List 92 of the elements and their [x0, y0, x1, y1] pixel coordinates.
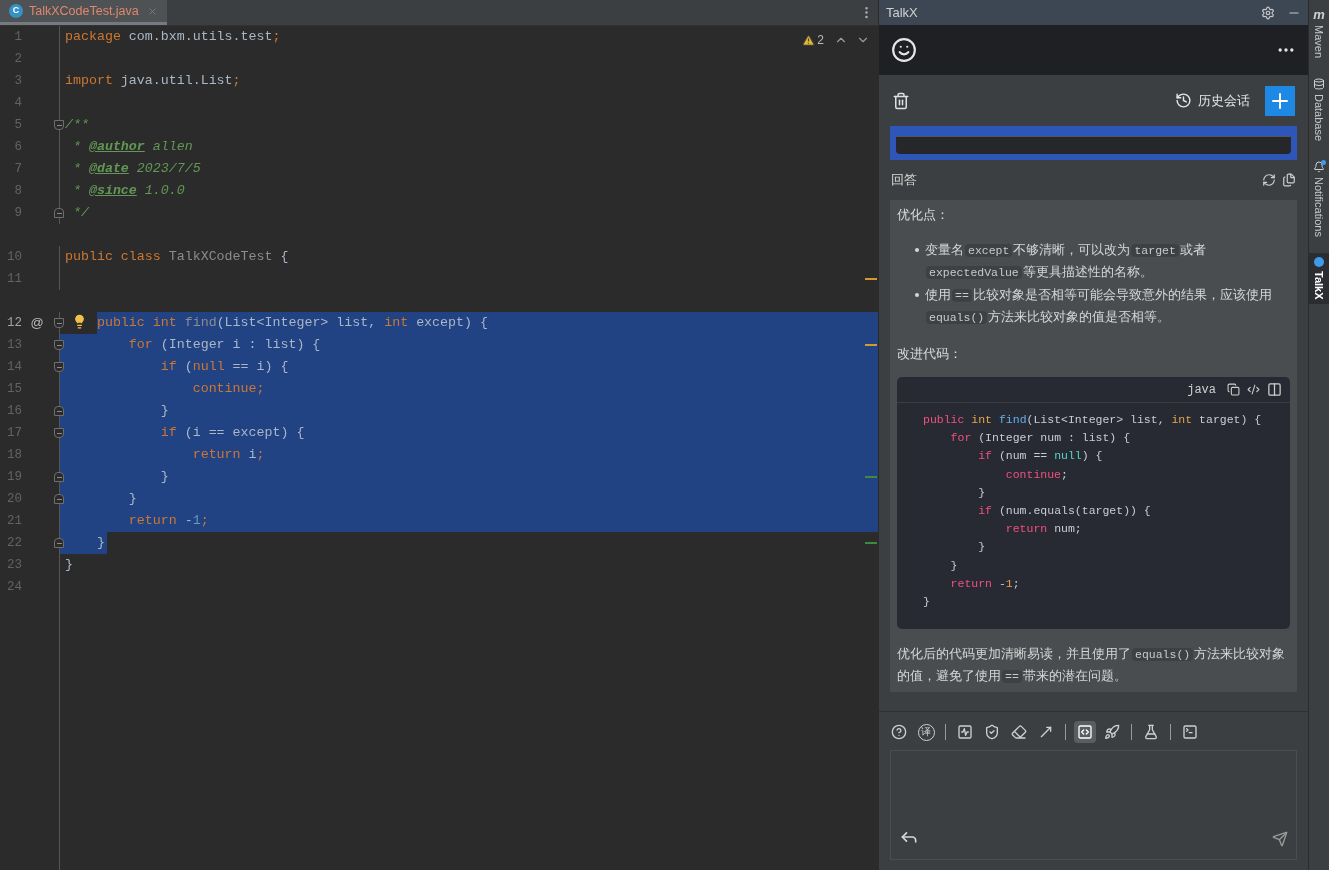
- line-number: 14: [7, 358, 22, 376]
- line-number: 23: [7, 556, 22, 574]
- code-line: continue;: [1004, 466, 1069, 483]
- warning-count[interactable]: 2: [817, 31, 824, 49]
- side-tool-tab[interactable]: TalkX: [1308, 253, 1329, 304]
- answer-label: 回答: [891, 171, 917, 190]
- code-line: }: [977, 484, 987, 501]
- line-number: 16: [7, 402, 22, 420]
- bullet-icon: [915, 247, 919, 252]
- code-line: if (num == null) {: [977, 448, 1104, 465]
- side-tool-tab[interactable]: Notifications: [1308, 157, 1329, 242]
- bell-icon: [1313, 161, 1325, 174]
- code-line: */: [71, 204, 89, 222]
- code-line: public class TalkXCodeTest {: [65, 248, 289, 266]
- database-icon: [1313, 78, 1325, 91]
- code-line: if (num.equals(target)) {: [977, 503, 1152, 519]
- code-button[interactable]: [1074, 721, 1096, 743]
- line-number: 3: [14, 72, 22, 90]
- class-file-icon: C: [9, 4, 23, 18]
- line-number: 4: [14, 94, 22, 112]
- code-heading: 改进代码：: [897, 344, 963, 363]
- code-line: package com.bxm.utils.test;: [65, 28, 281, 46]
- copy-icon[interactable]: [1282, 173, 1296, 187]
- line-number: 18: [7, 446, 22, 464]
- code-line: return -1;: [949, 575, 1021, 592]
- flask-icon: [1143, 724, 1159, 740]
- line-number: 10: [7, 248, 22, 266]
- line-number: 1: [14, 28, 22, 46]
- shield-icon: [984, 724, 1000, 740]
- lightbulb-icon[interactable]: [72, 314, 87, 329]
- line-number: 12: [7, 314, 22, 332]
- code-line: /**: [65, 116, 89, 134]
- line-number: 13: [7, 336, 22, 354]
- line-number: 9: [14, 204, 22, 222]
- regenerate-icon[interactable]: [1262, 173, 1276, 187]
- code-line: for (Integer num : list) {: [949, 430, 1132, 447]
- line-number: 22: [7, 534, 22, 552]
- line-number: 19: [7, 468, 22, 486]
- new-chat-button[interactable]: [1265, 85, 1295, 116]
- delete-icon[interactable]: [892, 91, 910, 110]
- side-tool-tab[interactable]: Database: [1308, 74, 1329, 146]
- smiley-icon[interactable]: [891, 37, 917, 63]
- eraser-icon: [1011, 724, 1027, 740]
- history-icon: [1175, 92, 1192, 109]
- side-tool-tab[interactable]: m Maven: [1308, 4, 1329, 63]
- copy-code-icon[interactable]: [1227, 383, 1240, 396]
- code-line: }: [949, 557, 959, 574]
- bullet-icon: [915, 292, 919, 297]
- maven-icon: m: [1313, 8, 1325, 21]
- code-icon: [1077, 724, 1093, 740]
- message-input-field[interactable]: [890, 750, 1297, 860]
- line-number: 15: [7, 380, 22, 398]
- tool-window-title: TalkX: [886, 3, 918, 22]
- line-number: 21: [7, 512, 22, 530]
- settings-icon[interactable]: [1261, 5, 1275, 20]
- history-button[interactable]: 历史会话: [1175, 90, 1250, 111]
- bullet-text: 变量名 except 不够清晰，可以改为 target 或者 expectedValue 等更具描述性的名称。: [925, 240, 1207, 281]
- fold-collapse-icon[interactable]: [54, 318, 64, 328]
- code-line: }: [977, 539, 987, 556]
- bullet-text: 使用 == 比较对象是否相等可能会导致意外的结果，应该使用 equals() 方法来比较对象的值是否相等。: [925, 285, 1273, 326]
- code-line: return num;: [1004, 521, 1083, 538]
- code-line: }: [65, 556, 73, 574]
- code-line: * @date 2023/7/5: [71, 160, 201, 178]
- answer-heading: 优化点：: [897, 206, 950, 224]
- line-number: 17: [7, 424, 22, 442]
- line-number: 24: [7, 578, 22, 596]
- rocket-icon: [1104, 724, 1120, 740]
- terminal-icon: [1182, 724, 1198, 740]
- summary-text: 优化后的代码更加清晰易读，并且使用了 equals() 方法来比较对象的值，避免了使用 == 带来的潜在问题。: [897, 645, 1287, 686]
- code-line: * @since 1.0.0: [71, 182, 185, 200]
- code-line: import java.util.List;: [65, 72, 241, 90]
- line-number: 5: [14, 116, 22, 134]
- fold-end-icon[interactable]: [54, 208, 64, 218]
- line-number: 7: [14, 160, 22, 178]
- line-number: 8: [14, 182, 22, 200]
- help-icon: [891, 724, 907, 740]
- wave-chart-icon: [957, 724, 973, 740]
- insert-code-icon[interactable]: [1247, 383, 1260, 396]
- arrow-icon: [1038, 724, 1054, 740]
- line-number: 20: [7, 490, 22, 508]
- fold-collapse-icon[interactable]: [54, 120, 64, 130]
- warning-icon[interactable]: [802, 33, 816, 47]
- code-line: * @author allen: [71, 138, 193, 156]
- line-number: 11: [7, 270, 22, 288]
- compare-icon[interactable]: [1267, 382, 1282, 397]
- line-number: 6: [14, 138, 22, 156]
- line-number: 2: [14, 50, 22, 68]
- code-language: java: [1187, 381, 1216, 399]
- code-line: }: [923, 594, 931, 611]
- implements-marker[interactable]: @: [30, 313, 44, 333]
- code-line: public int find(List<Integer> list, int target) {: [923, 412, 1263, 428]
- send-icon[interactable]: [1272, 831, 1288, 847]
